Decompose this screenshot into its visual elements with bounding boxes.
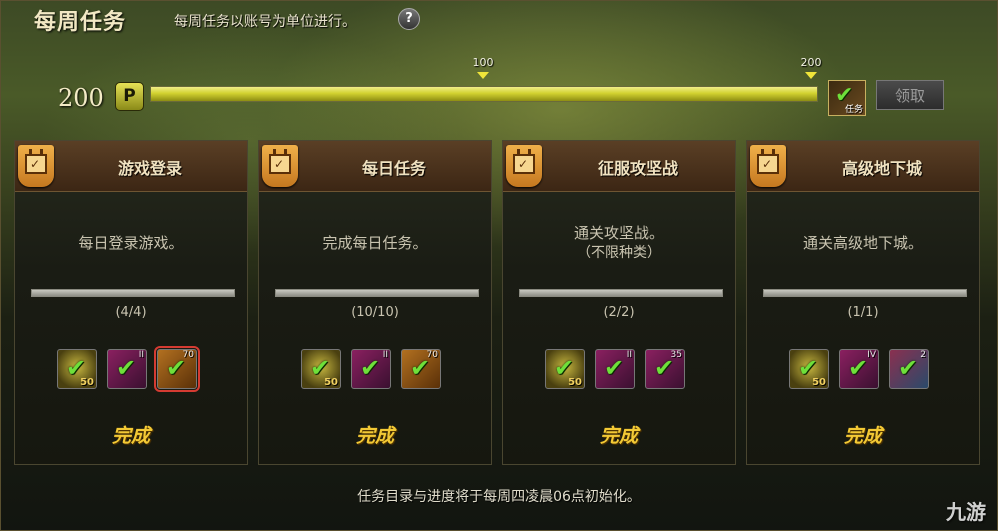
task-progress-count: (4/4)	[115, 305, 147, 320]
task-description-block: 通关攻坚战。 （不限种类）	[503, 223, 735, 263]
check-icon: ✔	[848, 354, 869, 382]
item-level: II	[138, 350, 144, 360]
task-card-header: ✓ 游戏登录	[15, 141, 247, 192]
reward-item[interactable]: ✔ II	[107, 349, 147, 389]
task-name: 每日任务	[361, 159, 426, 178]
weekly-reward-box[interactable]: ✔ 任务	[828, 80, 866, 116]
reward-items: ✔ 50 ✔ II ✔ 70	[301, 349, 451, 393]
check-icon: ✔	[604, 354, 625, 382]
calendar-icon: ✓	[506, 145, 542, 187]
calendar-icon: ✓	[262, 145, 298, 187]
item-quantity: 50	[324, 377, 338, 388]
task-description: 通关攻坚战。	[573, 224, 664, 242]
weekly-score: 200	[58, 84, 104, 112]
task-status: 完成	[843, 425, 882, 447]
reward-item[interactable]: ✔ 50	[57, 349, 97, 389]
task-description: 完成每日任务。	[322, 234, 428, 252]
item-level: II	[382, 350, 388, 360]
task-progress-count: (10/10)	[351, 305, 399, 320]
check-icon: ✔	[360, 354, 381, 382]
weekly-progress-fill	[151, 87, 817, 101]
task-status: 完成	[599, 425, 638, 447]
progress-marker-arrow-icon	[477, 72, 489, 79]
watermark-logo: 九游	[946, 500, 986, 524]
task-description-block: 通关高级地下城。	[747, 233, 979, 253]
reward-items: ✔ 50 ✔ II ✔ 70	[57, 346, 207, 393]
progress-marker-200: 200	[800, 56, 822, 69]
task-card-header: ✓ 征服攻坚战	[503, 141, 735, 192]
task-name: 征服攻坚战	[597, 159, 678, 178]
progress-marker-100: 100	[472, 56, 494, 69]
item-level: IV	[867, 350, 876, 360]
question-icon[interactable]: ?	[398, 8, 420, 30]
reward-item[interactable]: ✔ 50	[789, 349, 829, 389]
reward-label: 任务	[844, 105, 863, 115]
item-quantity: 50	[80, 377, 94, 388]
task-description-block: 每日登录游戏。	[15, 233, 247, 253]
reward-items: ✔ 50 ✔ II ✔ 35	[545, 349, 695, 393]
reward-items: ✔ 50 ✔ IV ✔ 2	[789, 349, 939, 393]
item-quantity: 50	[812, 377, 826, 388]
check-icon: ✔	[116, 354, 137, 382]
reward-item[interactable]: ✔ 35	[645, 349, 685, 389]
calendar-icon: ✓	[750, 145, 786, 187]
check-icon: ✔	[898, 354, 919, 382]
task-progress-bar	[275, 289, 479, 297]
task-description: 通关高级地下城。	[802, 234, 923, 252]
task-card-header: ✓ 每日任务	[259, 141, 491, 192]
task-card: ✓ 游戏登录 每日登录游戏。 (4/4) ✔ 50 ✔ II ✔ 70 完成	[14, 140, 248, 465]
task-card: ✓ 征服攻坚战 通关攻坚战。 （不限种类） (2/2) ✔ 50 ✔ II ✔ 3…	[502, 140, 736, 465]
task-card-header: ✓ 高级地下城	[747, 141, 979, 192]
task-progress-count: (1/1)	[847, 305, 879, 320]
task-progress-count: (2/2)	[603, 305, 635, 320]
task-name: 高级地下城	[841, 159, 922, 178]
calendar-icon: ✓	[18, 145, 54, 187]
task-progress-bar	[31, 289, 235, 297]
page-title: 每周任务	[34, 9, 127, 35]
task-progress-fill	[764, 290, 966, 296]
reward-item[interactable]: ✔ 70	[154, 346, 200, 392]
weekly-progress-bar	[150, 86, 818, 102]
reset-notice: 任务目录与进度将于每周四凌晨06点初始化。	[357, 489, 641, 505]
page-subtitle: 每周任务以账号为单位进行。	[174, 14, 356, 30]
task-description: （不限种类）	[577, 245, 661, 261]
task-progress-fill	[276, 290, 478, 296]
task-progress-bar	[519, 289, 723, 297]
task-card: ✓ 高级地下城 通关高级地下城。 (1/1) ✔ 50 ✔ IV ✔ 2 完成	[746, 140, 980, 465]
task-name: 游戏登录	[117, 159, 182, 178]
reward-item[interactable]: ✔ II	[351, 349, 391, 389]
reward-item[interactable]: ✔ II	[595, 349, 635, 389]
task-description: 每日登录游戏。	[78, 234, 184, 252]
reward-item[interactable]: ✔ 50	[545, 349, 585, 389]
task-status: 完成	[355, 425, 394, 447]
task-progress-fill	[520, 290, 722, 296]
item-level: 2	[920, 350, 926, 360]
task-progress-bar	[763, 289, 967, 297]
item-level: 70	[426, 350, 438, 360]
reward-item[interactable]: ✔ 70	[401, 349, 441, 389]
task-progress-fill	[32, 290, 234, 296]
item-level: II	[626, 350, 632, 360]
points-badge-icon: P	[115, 82, 144, 111]
item-level: 70	[182, 350, 194, 360]
task-card: ✓ 每日任务 完成每日任务。 (10/10) ✔ 50 ✔ II ✔ 70 完成	[258, 140, 492, 465]
task-status: 完成	[111, 425, 150, 447]
item-level: 35	[670, 350, 682, 360]
reward-item[interactable]: ✔ 2	[889, 349, 929, 389]
progress-marker-arrow-icon	[805, 72, 817, 79]
reward-item[interactable]: ✔ 50	[301, 349, 341, 389]
reward-item[interactable]: ✔ IV	[839, 349, 879, 389]
task-description-block: 完成每日任务。	[259, 233, 491, 253]
claim-button[interactable]: 领取	[876, 80, 944, 110]
item-quantity: 50	[568, 377, 582, 388]
